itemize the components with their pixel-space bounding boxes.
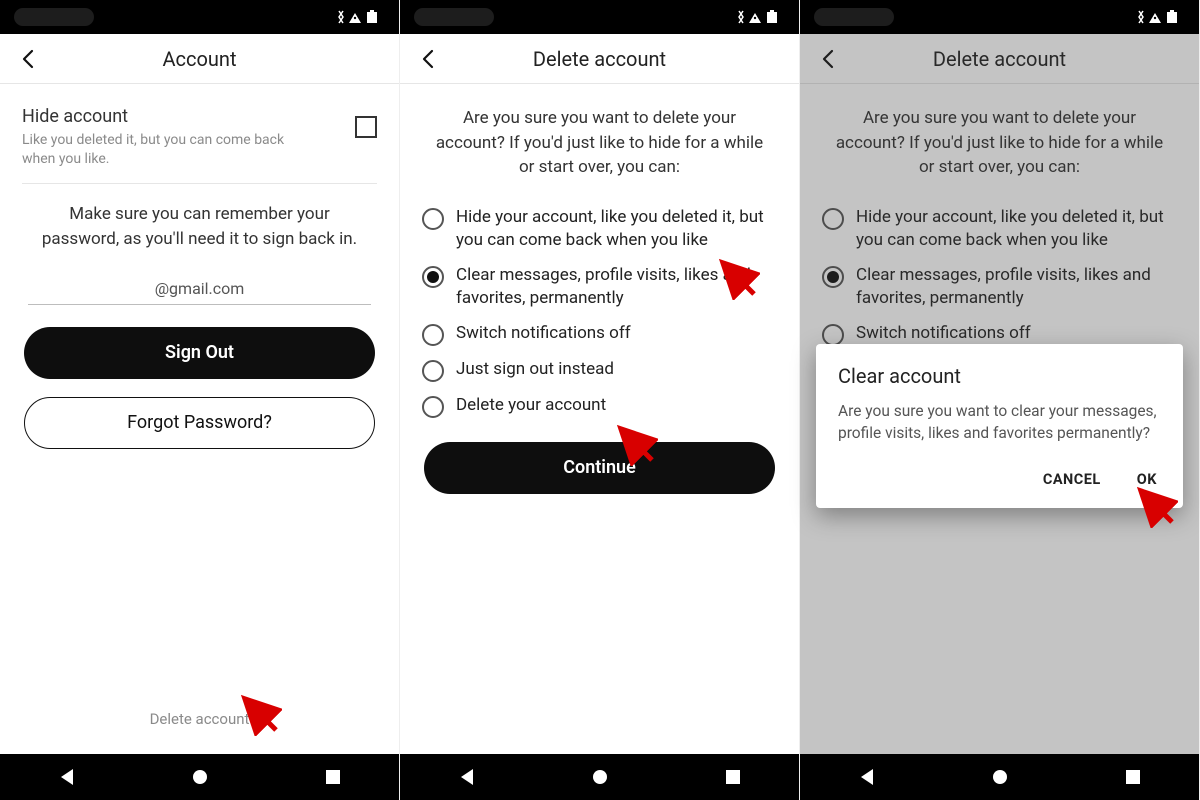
dialog-actions: CANCEL OK	[838, 463, 1161, 496]
status-bar	[0, 0, 399, 34]
dialog-cancel-button[interactable]: CANCEL	[1039, 463, 1105, 496]
circle-home-icon	[590, 767, 610, 787]
square-recent-icon	[323, 767, 343, 787]
android-nav-bar	[0, 754, 399, 800]
status-clock-pill	[814, 8, 894, 26]
hide-account-subtitle: Like you deleted it, but you can come ba…	[22, 131, 292, 169]
phone-1: Account Hide account Like you deleted it…	[0, 0, 400, 800]
dialog-body: Are you sure you want to clear your mess…	[838, 400, 1161, 445]
radio-icon	[422, 266, 444, 288]
email-underline	[28, 304, 371, 305]
option-label: Just sign out instead	[456, 358, 614, 381]
triangle-back-icon	[57, 767, 77, 787]
option-label: Switch notifications off	[456, 322, 631, 345]
status-bar	[800, 0, 1199, 34]
forgot-password-button[interactable]: Forgot Password?	[24, 397, 375, 449]
status-bar	[400, 0, 799, 34]
email-value: @gmail.com	[0, 279, 399, 304]
square-recent-icon	[723, 767, 743, 787]
clear-account-dialog: Clear account Are you sure you want to c…	[816, 344, 1183, 508]
sign-out-button[interactable]: Sign Out	[24, 327, 375, 379]
circle-home-icon	[990, 767, 1010, 787]
cancel-label: CANCEL	[1043, 471, 1101, 488]
continue-label: Continue	[563, 457, 636, 478]
hide-account-row[interactable]: Hide account Like you deleted it, but yo…	[0, 84, 399, 183]
nav-recent-button[interactable]	[1073, 767, 1193, 787]
nav-back-button[interactable]	[7, 767, 127, 787]
dialog-title: Clear account	[838, 364, 1161, 388]
option-clear-data[interactable]: Clear messages, profile visits, likes an…	[422, 258, 777, 316]
screen2-content: Are you sure you want to delete your acc…	[400, 84, 799, 754]
dialog-ok-button[interactable]: OK	[1133, 463, 1161, 496]
nav-back-button[interactable]	[407, 767, 527, 787]
radio-icon	[422, 208, 444, 230]
nav-home-button[interactable]	[540, 767, 660, 787]
square-recent-icon	[1123, 767, 1143, 787]
delete-prompt-text: Are you sure you want to delete your acc…	[400, 84, 799, 200]
delete-options-list: Hide your account, like you deleted it, …	[400, 200, 799, 424]
nav-home-button[interactable]	[140, 767, 260, 787]
option-notifications-off[interactable]: Switch notifications off	[422, 316, 777, 352]
android-nav-bar	[800, 754, 1199, 800]
triangle-back-icon	[857, 767, 877, 787]
page-title: Delete account	[410, 47, 789, 71]
circle-home-icon	[190, 767, 210, 787]
status-icons	[1137, 10, 1185, 24]
option-hide-account[interactable]: Hide your account, like you deleted it, …	[422, 200, 777, 258]
status-clock-pill	[14, 8, 94, 26]
page-title: Account	[10, 47, 389, 71]
radio-icon	[422, 324, 444, 346]
option-delete-account[interactable]: Delete your account	[422, 388, 777, 424]
hide-account-title: Hide account	[22, 106, 292, 127]
option-label: Delete your account	[456, 394, 606, 417]
title-bar: Delete account	[400, 34, 799, 84]
forgot-password-label: Forgot Password?	[127, 412, 272, 433]
android-nav-bar	[400, 754, 799, 800]
hide-account-checkbox[interactable]	[355, 116, 377, 138]
option-label: Hide your account, like you deleted it, …	[456, 206, 777, 252]
triangle-back-icon	[457, 767, 477, 787]
nav-back-button[interactable]	[807, 767, 927, 787]
radio-icon	[422, 360, 444, 382]
option-label: Clear messages, profile visits, likes an…	[456, 264, 777, 310]
delete-account-link[interactable]: Delete account	[0, 710, 399, 728]
remember-password-text: Make sure you can remember your password…	[0, 202, 399, 279]
phone-2: Delete account Are you sure you want to …	[400, 0, 800, 800]
screen1-content: Hide account Like you deleted it, but yo…	[0, 84, 399, 754]
nav-recent-button[interactable]	[673, 767, 793, 787]
status-clock-pill	[414, 8, 494, 26]
ok-label: OK	[1137, 471, 1157, 488]
continue-button[interactable]: Continue	[424, 442, 775, 494]
nav-recent-button[interactable]	[273, 767, 393, 787]
status-icons	[737, 10, 785, 24]
phone-3: Delete account Are you sure you want to …	[800, 0, 1200, 800]
status-icons	[337, 10, 385, 24]
title-bar: Account	[0, 34, 399, 84]
delete-account-label: Delete account	[150, 710, 250, 728]
radio-icon	[422, 396, 444, 418]
dimmed-background: Delete account Are you sure you want to …	[800, 34, 1199, 754]
nav-home-button[interactable]	[940, 767, 1060, 787]
hide-account-text: Hide account Like you deleted it, but yo…	[22, 106, 292, 169]
sign-out-label: Sign Out	[165, 342, 234, 363]
divider	[22, 183, 377, 184]
option-sign-out[interactable]: Just sign out instead	[422, 352, 777, 388]
